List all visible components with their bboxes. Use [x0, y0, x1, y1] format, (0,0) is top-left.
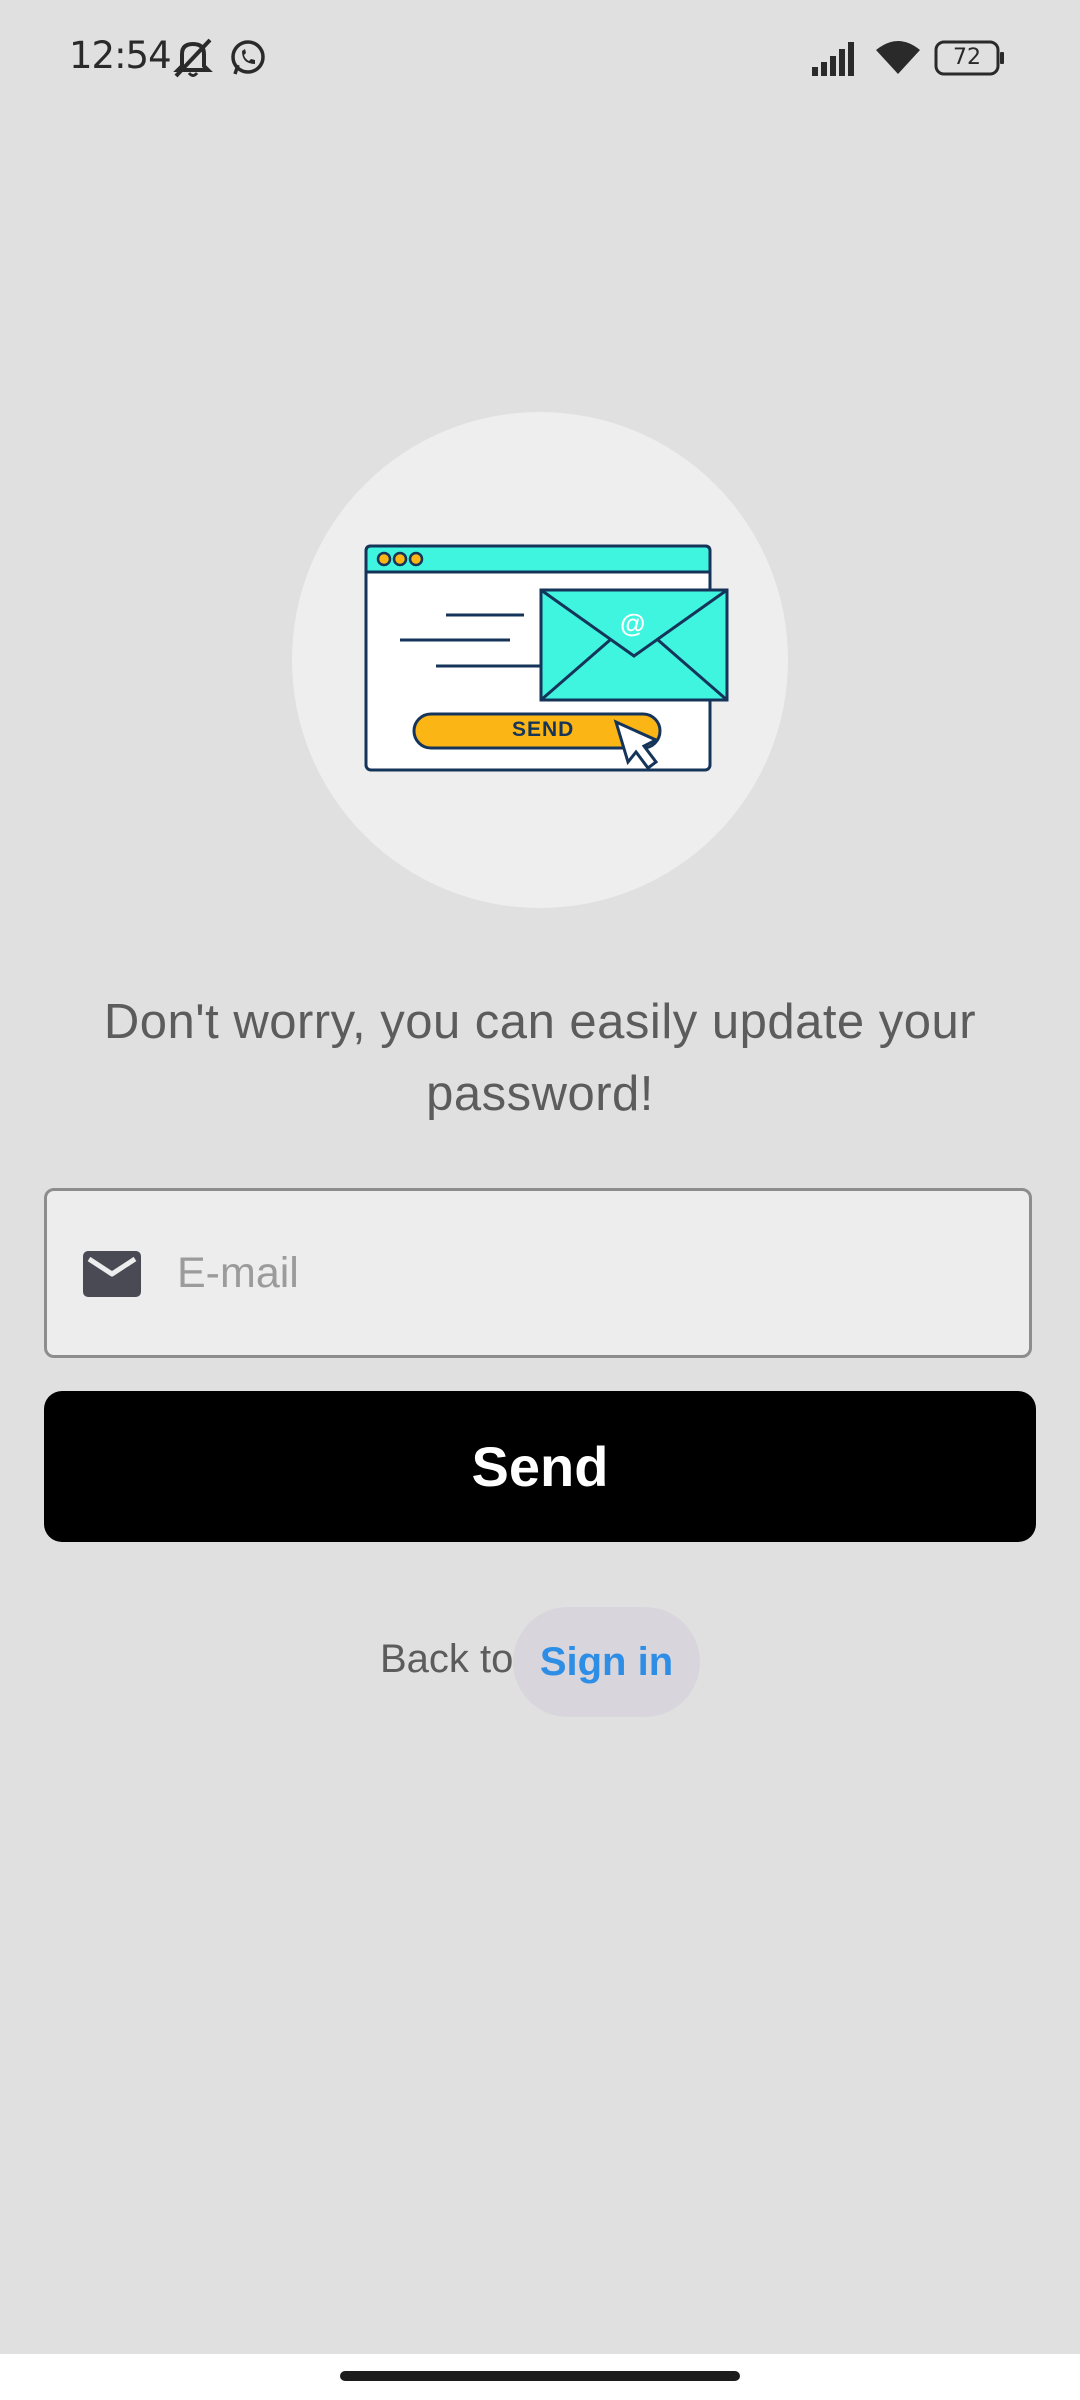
whatsapp-icon — [228, 38, 268, 83]
mute-icon — [170, 36, 216, 83]
signal-icon — [812, 40, 860, 81]
email-illustration — [362, 540, 734, 785]
navigation-bar — [0, 2354, 1080, 2400]
send-button[interactable]: Send — [44, 1391, 1036, 1542]
email-field[interactable] — [44, 1188, 1032, 1358]
back-to-signin-row: Back to Sign in — [0, 1607, 1080, 1717]
status-bar: 12:54 72 — [0, 0, 1080, 118]
battery-level: 72 — [953, 45, 981, 70]
sign-in-link[interactable]: Sign in — [513, 1607, 700, 1717]
wifi-icon — [874, 38, 922, 81]
back-to-text: Back to — [380, 1637, 514, 1681]
illustration-at-symbol: @ — [620, 608, 646, 638]
status-time: 12:54 — [69, 34, 172, 77]
instruction-message: Don't worry, you can easily update your … — [103, 995, 977, 1121]
mail-icon — [83, 1251, 141, 1302]
home-indicator[interactable] — [340, 2371, 740, 2381]
illustration-send-label: SEND — [512, 718, 575, 741]
email-input[interactable] — [177, 1191, 997, 1355]
